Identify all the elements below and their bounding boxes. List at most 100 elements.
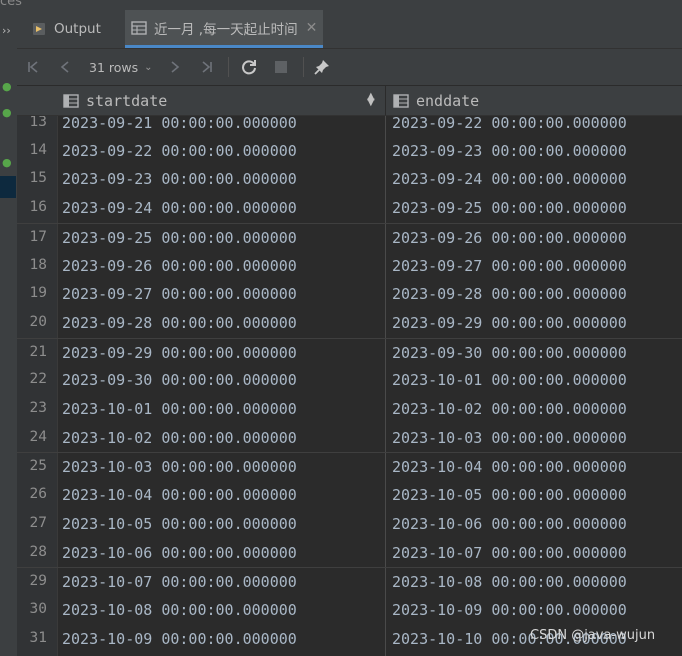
cell-enddate[interactable]: 2023-09-27 00:00:00.000000	[392, 257, 627, 275]
cell-startdate[interactable]: 2023-10-04 00:00:00.000000	[62, 486, 297, 504]
tab-output[interactable]: Output	[31, 10, 101, 48]
cell-enddate[interactable]: 2023-10-07 00:00:00.000000	[392, 544, 627, 562]
cell-startdate[interactable]: 2023-10-09 00:00:00.000000	[62, 630, 297, 648]
cell-startdate[interactable]: 2023-09-27 00:00:00.000000	[62, 285, 297, 303]
cell-enddate[interactable]: 2023-10-08 00:00:00.000000	[392, 573, 627, 591]
grid-header: startdate ▲ ▼ enddate	[17, 86, 682, 116]
rows-count-dropdown[interactable]: 31 rows ⌄	[89, 49, 153, 85]
cell-startdate[interactable]: 2023-09-28 00:00:00.000000	[62, 314, 297, 332]
row-number: 19	[29, 285, 47, 302]
cell-enddate[interactable]: 2023-10-06 00:00:00.000000	[392, 515, 627, 533]
tool-green-icon-3[interactable]: ●	[2, 156, 12, 169]
table-row[interactable]: 14 2023-09-22 00:00:00.000000 2023-09-23 0…	[17, 137, 682, 166]
table-row[interactable]: 23 2023-10-01 00:00:00.000000 2023-10-02 0…	[17, 395, 682, 424]
cell-startdate[interactable]: 2023-09-21 00:00:00.000000	[62, 114, 297, 132]
cell-enddate[interactable]: 2023-09-28 00:00:00.000000	[392, 285, 627, 303]
cell-enddate[interactable]: 2023-10-03 00:00:00.000000	[392, 429, 627, 447]
cell-startdate[interactable]: 2023-10-08 00:00:00.000000	[62, 601, 297, 619]
cell-startdate[interactable]: 2023-10-07 00:00:00.000000	[62, 573, 297, 591]
column-icon	[393, 93, 409, 108]
tab-output-label: Output	[54, 21, 101, 37]
column-header-startdate[interactable]: startdate	[63, 86, 383, 115]
table-row[interactable]: 29 2023-10-07 00:00:00.000000 2023-10-08 0…	[17, 567, 682, 597]
cell-startdate[interactable]: 2023-09-23 00:00:00.000000	[62, 170, 297, 188]
cell-startdate[interactable]: 2023-09-25 00:00:00.000000	[62, 229, 297, 247]
sort-icon[interactable]: ▲ ▼	[367, 92, 375, 108]
cell-startdate[interactable]: 2023-09-26 00:00:00.000000	[62, 257, 297, 275]
stop-icon[interactable]	[274, 49, 288, 85]
rows-count-label: 31 rows	[89, 59, 139, 75]
cell-enddate[interactable]: 2023-09-29 00:00:00.000000	[392, 314, 627, 332]
table-row[interactable]: 30 2023-10-08 00:00:00.000000 2023-10-09 0…	[17, 596, 682, 625]
expand-chevron-icon[interactable]: ››	[2, 24, 11, 37]
cell-startdate[interactable]: 2023-10-06 00:00:00.000000	[62, 544, 297, 562]
cell-enddate[interactable]: 2023-09-26 00:00:00.000000	[392, 229, 627, 247]
output-icon	[31, 21, 47, 37]
cell-enddate[interactable]: 2023-10-02 00:00:00.000000	[392, 400, 627, 418]
cell-startdate[interactable]: 2023-10-02 00:00:00.000000	[62, 429, 297, 447]
header-divider[interactable]	[385, 86, 386, 115]
row-number: 16	[29, 199, 47, 216]
cell-enddate[interactable]: 2023-09-30 00:00:00.000000	[392, 344, 627, 362]
row-number: 21	[29, 343, 47, 360]
vertical-scrollbar[interactable]	[674, 116, 682, 656]
table-row[interactable]: 22 2023-09-30 00:00:00.000000 2023-10-01 0…	[17, 366, 682, 395]
pin-icon[interactable]	[313, 49, 331, 85]
table-row[interactable]: 16 2023-09-24 00:00:00.000000 2023-09-25 0…	[17, 194, 682, 223]
gutter-selected-marker	[0, 176, 16, 198]
table-row[interactable]: 20 2023-09-28 00:00:00.000000 2023-09-29 0…	[17, 309, 682, 338]
watermark: CSDN @java-wujun	[530, 628, 656, 643]
row-number: 29	[29, 573, 47, 590]
toolbar-separator	[228, 57, 229, 77]
table-row[interactable]: 24 2023-10-02 00:00:00.000000 2023-10-03 0…	[17, 424, 682, 453]
table-row[interactable]: 27 2023-10-05 00:00:00.000000 2023-10-06 0…	[17, 510, 682, 539]
last-page-icon[interactable]	[199, 49, 215, 85]
row-number: 23	[29, 400, 47, 416]
tool-green-icon-2[interactable]: ●	[2, 106, 12, 119]
row-number: 25	[29, 458, 47, 475]
cell-enddate[interactable]: 2023-10-09 00:00:00.000000	[392, 601, 627, 619]
close-icon[interactable]: ✕	[306, 20, 318, 36]
tab-query-result[interactable]: 近一月 ,每一天起止时间 ✕	[125, 10, 324, 48]
cell-enddate[interactable]: 2023-10-04 00:00:00.000000	[392, 458, 627, 476]
column-header-label: startdate	[86, 91, 168, 110]
top-fragment-text: ces	[0, 0, 22, 9]
cell-startdate[interactable]: 2023-10-05 00:00:00.000000	[62, 515, 297, 533]
cell-enddate[interactable]: 2023-09-23 00:00:00.000000	[392, 142, 627, 160]
column-header-enddate[interactable]: enddate	[393, 86, 673, 115]
row-number: 30	[29, 600, 47, 617]
cell-enddate[interactable]: 2023-10-01 00:00:00.000000	[392, 371, 627, 389]
tool-green-icon[interactable]: ●	[2, 80, 12, 93]
toolbar-separator-2	[303, 57, 304, 77]
next-page-icon[interactable]	[167, 49, 183, 85]
cell-startdate[interactable]: 2023-09-30 00:00:00.000000	[62, 371, 297, 389]
table-row[interactable]: 17 2023-09-25 00:00:00.000000 2023-09-26 0…	[17, 222, 682, 253]
row-number: 22	[29, 371, 47, 388]
cell-startdate[interactable]: 2023-10-03 00:00:00.000000	[62, 458, 297, 476]
row-number: 15	[29, 170, 47, 187]
result-tab-bar: Output 近一月 ,每一天起止时间 ✕	[17, 10, 682, 49]
result-grid: startdate ▲ ▼ enddate 13 2023-09-21 00:00:…	[17, 86, 682, 656]
table-row[interactable]: 26 2023-10-04 00:00:00.000000 2023-10-05 0…	[17, 481, 682, 510]
refresh-icon[interactable]	[240, 49, 258, 85]
cell-startdate[interactable]: 2023-09-29 00:00:00.000000	[62, 344, 297, 362]
cell-startdate[interactable]: 2023-10-01 00:00:00.000000	[62, 400, 297, 418]
table-row[interactable]: 28 2023-10-06 00:00:00.000000 2023-10-07 0…	[17, 539, 682, 568]
table-row[interactable]: 25 2023-10-03 00:00:00.000000 2023-10-04 0…	[17, 452, 682, 482]
table-row[interactable]: 18 2023-09-26 00:00:00.000000 2023-09-27 0…	[17, 252, 682, 281]
left-tool-gutter: ›› ● ● ●	[0, 10, 18, 656]
cell-startdate[interactable]: 2023-09-22 00:00:00.000000	[62, 142, 297, 160]
table-row[interactable]: 21 2023-09-29 00:00:00.000000 2023-09-30 0…	[17, 337, 682, 368]
row-number: 17	[29, 228, 47, 245]
cell-enddate[interactable]: 2023-10-05 00:00:00.000000	[392, 486, 627, 504]
cell-enddate[interactable]: 2023-09-24 00:00:00.000000	[392, 170, 627, 188]
table-row[interactable]: 15 2023-09-23 00:00:00.000000 2023-09-24 0…	[17, 165, 682, 194]
row-number: 13	[29, 114, 47, 130]
cell-enddate[interactable]: 2023-09-22 00:00:00.000000	[392, 114, 627, 132]
previous-page-icon[interactable]	[57, 49, 73, 85]
cell-enddate[interactable]: 2023-09-25 00:00:00.000000	[392, 199, 627, 217]
row-number: 28	[29, 543, 47, 560]
cell-startdate[interactable]: 2023-09-24 00:00:00.000000	[62, 199, 297, 217]
first-page-icon[interactable]	[25, 49, 41, 85]
table-row[interactable]: 19 2023-09-27 00:00:00.000000 2023-09-28 0…	[17, 280, 682, 309]
